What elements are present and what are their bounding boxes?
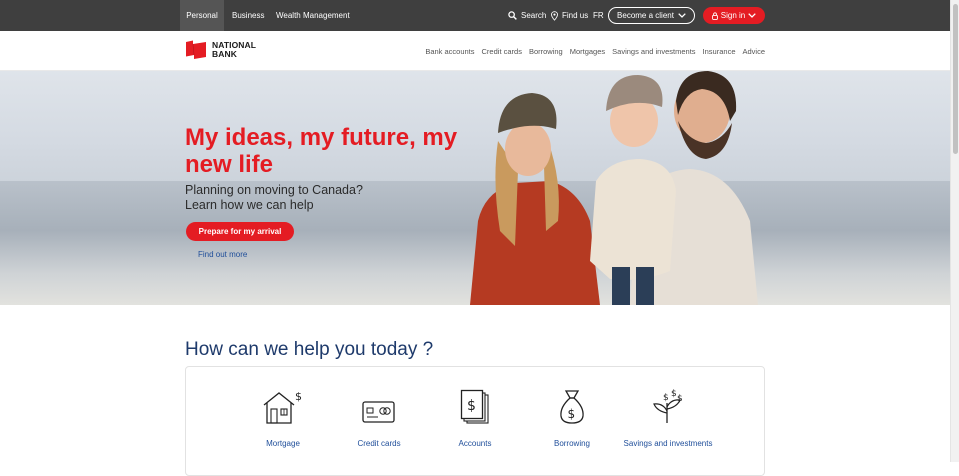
- tab-personal[interactable]: Personal: [180, 0, 224, 31]
- svg-text:$: $: [568, 407, 576, 421]
- become-client-button[interactable]: Become a client: [608, 7, 695, 24]
- national-bank-flag-icon: [186, 40, 206, 59]
- family-photo: [470, 71, 758, 305]
- location-pin-icon: [551, 10, 558, 21]
- search-label: Search: [521, 11, 547, 20]
- scrollbar-thumb[interactable]: [953, 4, 958, 154]
- hero-subtitle-line2: Learn how we can help: [185, 198, 314, 212]
- help-item-label: Accounts: [458, 439, 492, 448]
- become-client-label: Become a client: [617, 11, 674, 20]
- lock-icon: [711, 11, 718, 20]
- svg-text:$: $: [671, 389, 677, 399]
- help-item-accounts[interactable]: $ Accounts: [425, 385, 525, 448]
- nav-item-mortgages[interactable]: Mortgages: [570, 47, 605, 56]
- help-section-title: How can we help you today ?: [185, 339, 434, 360]
- prepare-arrival-button[interactable]: Prepare for my arrival: [186, 222, 294, 241]
- help-item-label: Borrowing: [553, 439, 590, 448]
- language-toggle[interactable]: FR: [593, 0, 604, 31]
- help-card: $ Mortgage Credit cards $ Accounts $ Bor…: [185, 366, 765, 476]
- national-bank-logo[interactable]: NATIONAL BANK: [185, 40, 256, 59]
- document-dollar-icon: $: [460, 389, 489, 424]
- help-item-label: Credit cards: [357, 439, 401, 448]
- plant-dollar-icon: $ $ $: [653, 389, 683, 423]
- tab-business[interactable]: Business: [232, 0, 264, 31]
- page-scrollbar[interactable]: [950, 0, 959, 462]
- credit-card-icon: [362, 401, 395, 423]
- hero-subtitle: Planning on moving to Canada? Learn how …: [185, 183, 415, 213]
- main-navigation: NATIONAL BANK Bank accounts Credit cards…: [0, 31, 950, 71]
- hero-banner: My ideas, my future, my new life Plannin…: [0, 71, 950, 305]
- help-item-mortgage[interactable]: $ Mortgage: [233, 385, 333, 448]
- svg-text:$: $: [295, 390, 302, 403]
- search-icon: [508, 11, 517, 20]
- help-item-credit-cards[interactable]: Credit cards: [329, 385, 429, 448]
- hero-title: My ideas, my future, my new life: [185, 124, 458, 178]
- money-bag-icon: $: [560, 390, 584, 424]
- hero-subtitle-line1: Planning on moving to Canada?: [185, 183, 363, 197]
- nav-item-borrowing[interactable]: Borrowing: [529, 47, 563, 56]
- chevron-down-icon: [748, 13, 756, 18]
- svg-text:$: $: [663, 393, 669, 403]
- help-item-label: Savings and investments: [623, 439, 713, 448]
- top-utility-bar: Personal Business Wealth Management Sear…: [0, 0, 950, 31]
- sign-in-label: Sign in: [720, 11, 746, 20]
- nav-item-savings-investments[interactable]: Savings and investments: [612, 47, 695, 56]
- nav-item-credit-cards[interactable]: Credit cards: [482, 47, 522, 56]
- tab-wealth-management[interactable]: Wealth Management: [276, 0, 350, 31]
- house-dollar-icon: $: [263, 390, 302, 424]
- logo-text-line2: BANK: [212, 48, 237, 59]
- chevron-down-icon: [678, 13, 686, 18]
- search-link[interactable]: Search: [508, 0, 546, 31]
- find-us-link[interactable]: Find us: [551, 0, 588, 31]
- nav-links: Bank accounts Credit cards Borrowing Mor…: [418, 31, 765, 71]
- nav-item-advice[interactable]: Advice: [742, 47, 765, 56]
- find-us-label: Find us: [562, 11, 589, 20]
- find-out-more-link[interactable]: Find out more: [198, 250, 247, 259]
- help-item-label: Mortgage: [266, 439, 300, 448]
- svg-text:$: $: [467, 398, 476, 414]
- nav-item-insurance[interactable]: Insurance: [703, 47, 736, 56]
- help-item-savings-investments[interactable]: $ $ $ Savings and investments: [618, 385, 718, 448]
- help-item-borrowing[interactable]: $ Borrowing: [522, 385, 622, 448]
- nav-item-bank-accounts[interactable]: Bank accounts: [425, 47, 474, 56]
- svg-text:$: $: [677, 394, 683, 404]
- sign-in-button[interactable]: Sign in: [703, 7, 765, 24]
